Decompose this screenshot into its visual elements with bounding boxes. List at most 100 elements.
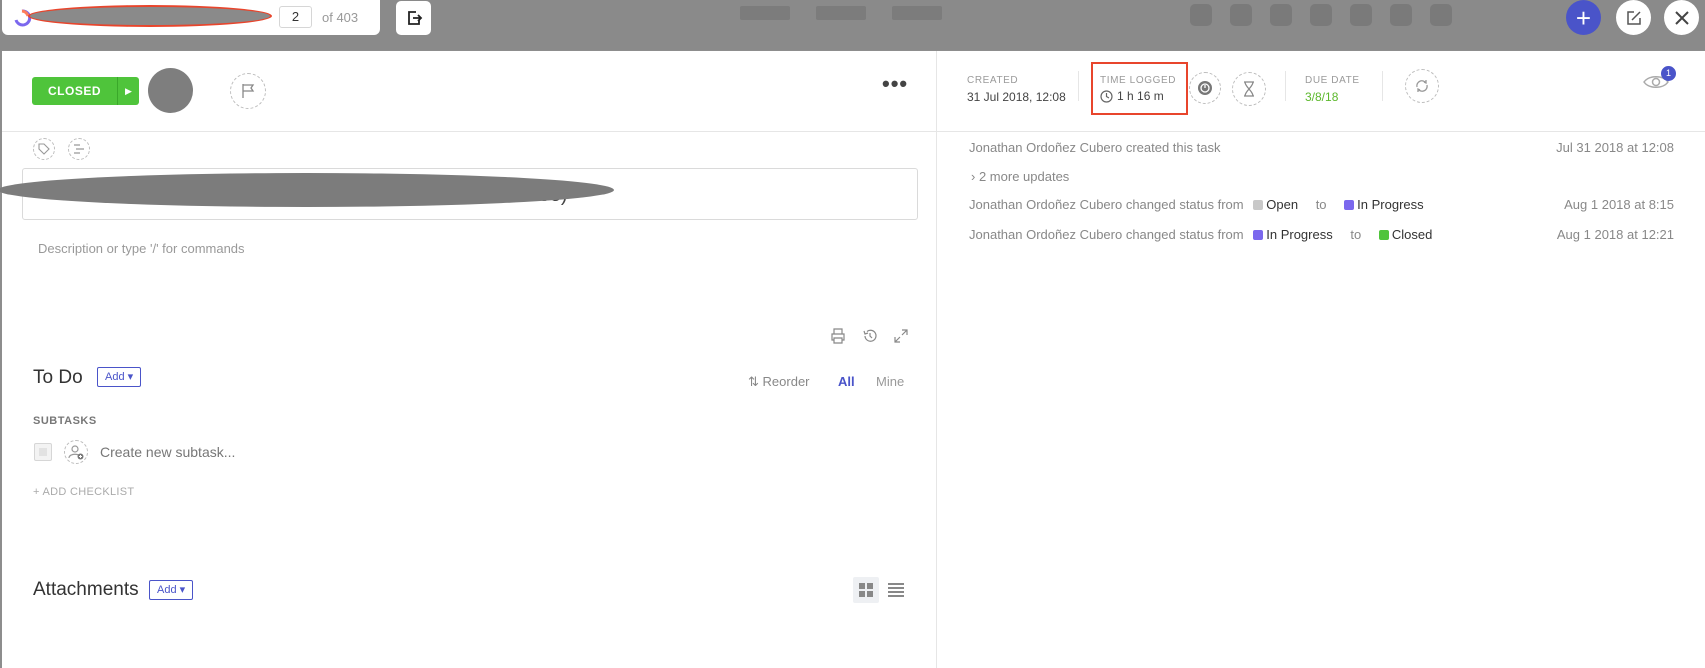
new-subtask-input[interactable]: Create new subtask... [100,444,235,460]
activity-actor: Jonathan Ordoñez Cubero changed status f… [969,227,1244,242]
page-number-input[interactable]: 2 [279,6,312,28]
activity-actor: Jonathan Ordoñez Cubero changed status f… [969,197,1244,212]
background-tab [892,6,942,20]
history-button[interactable] [861,327,879,345]
status-color-chip [1253,200,1264,210]
activity-status-change: Jonathan Ordoñez Cubero changed status f… [969,227,1432,242]
background-icon [1190,4,1212,26]
relationships-button[interactable] [68,138,90,160]
redacted-breadcrumb [28,5,272,27]
plus-icon: + [1575,2,1592,33]
status-button[interactable]: CLOSED ▶ [32,77,140,105]
time-estimate-button[interactable] [1232,72,1266,106]
filter-all-tab[interactable]: All [838,374,855,389]
background-tab [816,6,866,20]
due-date-value[interactable]: 3/8/18 [1305,90,1338,104]
more-updates-button[interactable]: › 2 more updates [971,169,1069,184]
expand-button[interactable] [892,327,910,345]
create-new-button[interactable]: + [1566,0,1601,35]
status-color-chip [1378,230,1389,240]
task-navigator: 2 of 403 [2,0,380,35]
status-from: In Progress [1266,227,1333,242]
more-options-button[interactable]: ••• [882,71,908,97]
reorder-icon: ⇅ [748,374,759,389]
background-icon [1390,4,1412,26]
created-label: CREATED [967,75,1019,86]
page-total: of 403 [322,10,359,25]
relate-icon [74,144,84,154]
assignee-avatar[interactable] [148,68,193,113]
grid-view-icon [859,583,873,597]
subtasks-heading: SUBTASKS [33,415,97,427]
assign-user-icon [68,445,84,460]
add-checklist-button[interactable]: + ADD CHECKLIST [33,486,134,498]
todo-add-button[interactable]: Add ▾ [97,367,142,387]
clock-icon [1100,89,1113,103]
subtask-checkbox[interactable] [34,443,52,461]
status-label[interactable]: CLOSED [32,77,118,105]
reorder-button[interactable]: ⇅ Reorder [748,374,810,390]
activity-time: Jul 31 2018 at 12:08 [1556,140,1674,155]
edit-button[interactable] [1616,0,1651,35]
background-icon [1350,4,1372,26]
created-value: 31 Jul 2018, 12:08 [967,90,1066,104]
status-to: In Progress [1357,197,1424,212]
status-to: Closed [1391,227,1433,242]
chevron-right-icon[interactable]: ▶ [117,77,140,105]
recurring-button[interactable] [1405,69,1439,103]
priority-button[interactable] [230,73,266,109]
attachments-heading: Attachments [33,579,139,600]
export-button[interactable] [396,1,431,35]
filter-mine-tab[interactable]: Mine [876,374,904,389]
background-icons [1190,4,1452,26]
hourglass-icon [1244,81,1254,97]
meta-separator [1382,71,1383,101]
reorder-label: Reorder [762,374,810,389]
tags-button[interactable] [33,138,55,160]
meta-separator [1078,71,1079,101]
grid-view-button[interactable] [853,577,879,603]
close-button[interactable] [1664,0,1699,35]
to-word: to [1315,197,1327,212]
timer-icon [1198,81,1212,95]
list-view-button[interactable] [883,577,909,603]
flag-icon [242,84,255,98]
description-field[interactable]: Description or type '/' for commands [38,241,245,256]
print-button[interactable] [829,327,847,345]
activity-time: Aug 1 2018 at 12:21 [1556,227,1674,242]
time-logged-value-wrap[interactable]: 1 h 16 m [1100,89,1164,103]
background-icon [1310,4,1332,26]
subtask-assign-button[interactable] [64,440,88,464]
watchers-count-badge: 1 [1661,66,1676,81]
to-word: to [1350,227,1362,242]
status-from: Open [1266,197,1299,212]
edit-icon [1626,10,1641,25]
redacted-title [0,173,614,207]
pane-divider [936,51,937,668]
background-icon [1230,4,1252,26]
recurring-icon [1416,80,1428,92]
history-icon [863,329,877,342]
list-view-icon [888,583,904,597]
attachments-add-button[interactable]: Add ▾ [149,580,194,600]
status-color-chip [1253,230,1264,240]
meta-separator [1285,71,1286,101]
more-updates-label: 2 more updates [978,169,1070,184]
background-icon [1270,4,1292,26]
background-icon [1430,4,1452,26]
start-timer-button[interactable] [1189,72,1221,104]
time-logged-value: 1 h 16 m [1117,89,1164,103]
background-view-tabs [740,6,942,20]
export-icon [407,11,422,25]
status-color-chip [1344,200,1355,210]
activity-created: Jonathan Ordoñez Cubero created this tas… [969,140,1221,155]
activity-status-change: Jonathan Ordoñez Cubero changed status f… [969,197,1424,212]
todo-heading: To Do [33,367,83,388]
due-date-label: DUE DATE [1305,75,1360,86]
chevron-right-icon: › [971,169,976,184]
expand-icon [894,329,908,343]
close-icon [1674,10,1689,25]
time-logged-label: TIME LOGGED [1100,75,1177,86]
background-tab [740,6,790,20]
app-logo-icon[interactable] [12,8,32,28]
